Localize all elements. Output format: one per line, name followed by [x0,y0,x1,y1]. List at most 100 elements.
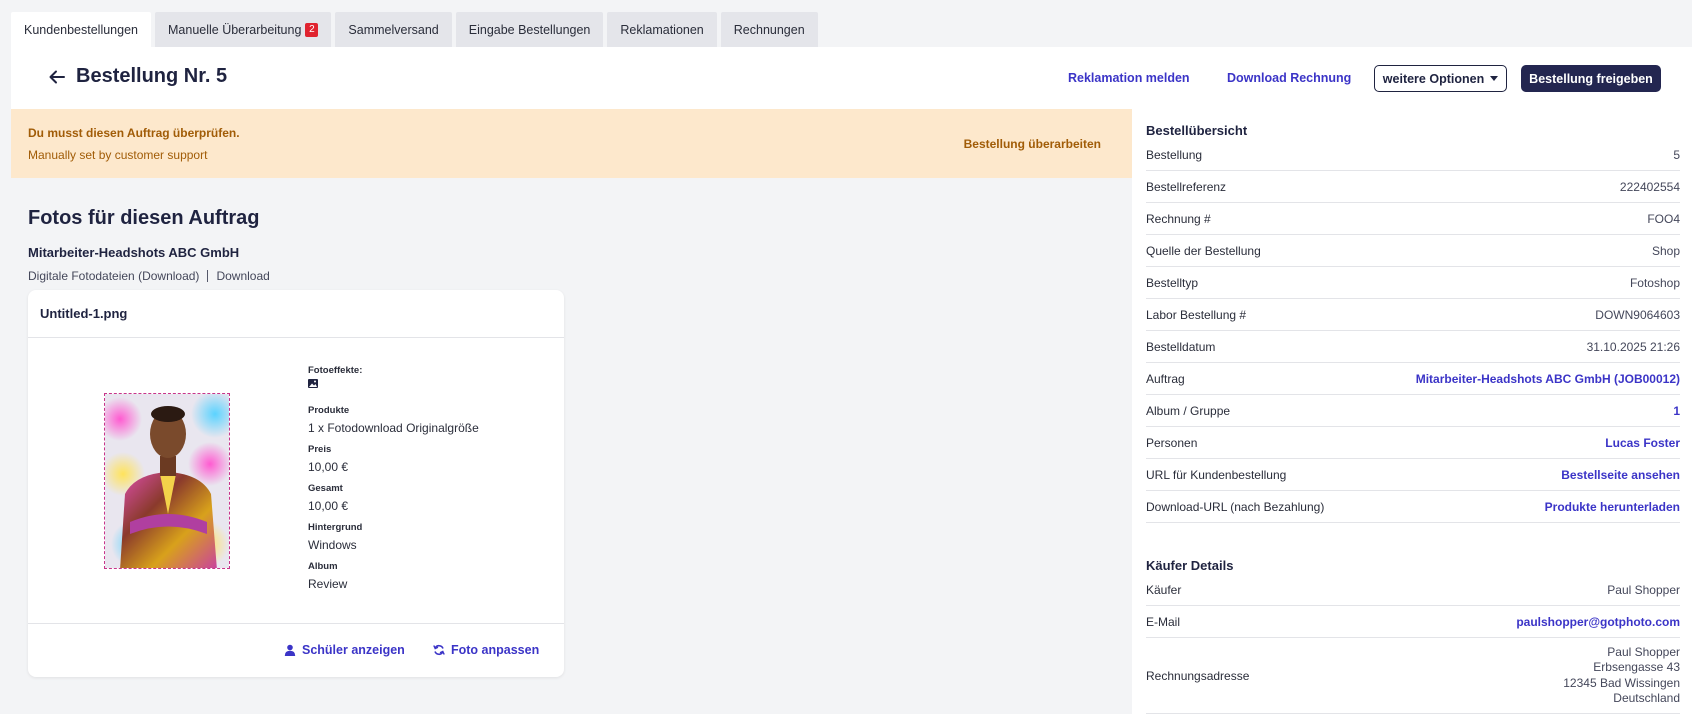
row-value: FOO4 [1647,211,1680,226]
row-label: Auftrag [1146,371,1185,386]
job-link[interactable]: Mitarbeiter-Headshots ABC GmbH (JOB00012… [1416,372,1680,386]
address-line: Erbsengasse 43 [1593,660,1680,674]
portrait-image [105,394,229,568]
row-label: Bestelltyp [1146,275,1199,290]
tab-label: Reklamationen [620,22,704,37]
more-options-button[interactable]: weitere Optionen [1374,65,1507,92]
tab-bar: Kundenbestellungen Manuelle Überarbeitun… [11,12,818,47]
row-value: 31.10.2025 21:26 [1586,339,1680,354]
download-products-link[interactable]: Produkte herunterladen [1545,500,1680,514]
album-link[interactable]: 1 [1673,404,1680,418]
delivery-type: Download [216,269,270,283]
buyer-heading: Käufer Details [1146,558,1234,573]
billing-address: Paul Shopper Erbsengasse 43 12345 Bad Wi… [1563,645,1680,707]
release-order-button[interactable]: Bestellung freigeben [1521,65,1661,92]
tab-eingabe-bestellungen[interactable]: Eingabe Bestellungen [455,12,604,47]
job-name: Mitarbeiter-Headshots ABC GmbH [28,245,240,260]
total-label: Gesamt [308,483,343,494]
page-header: Bestellung Nr. 5 Reklamation melden Down… [11,47,1692,109]
tab-rechnungen[interactable]: Rechnungen [720,12,818,47]
tab-label: Manuelle Überarbeitung [168,22,302,37]
row-label: Bestellung [1146,147,1203,162]
tab-sammelversand[interactable]: Sammelversand [335,12,452,47]
summary-row-download-url: Download-URL (nach Bezahlung) Produkte he… [1146,491,1680,523]
summary-row-album: Album / Gruppe 1 [1146,395,1680,427]
summary-heading: Bestellübersicht [1146,123,1248,138]
album-label: Album [308,561,338,572]
photo-filename: Untitled-1.png [40,306,128,321]
alert-title: Du musst diesen Auftrag überprüfen. [28,126,240,140]
user-icon [284,644,296,656]
tab-label: Sammelversand [348,22,439,37]
tab-reklamationen[interactable]: Reklamationen [607,12,717,47]
refresh-icon [433,644,445,656]
products-value: 1 x Fotodownload Originalgröße [308,421,479,435]
download-invoice-link[interactable]: Download Rechnung [1227,71,1351,85]
row-value: Paul Shopper [1607,582,1680,597]
report-complaint-link[interactable]: Reklamation melden [1068,71,1190,85]
row-label: Rechnung # [1146,211,1211,226]
product-line: Digitale Fotodateien (Download) Download [28,269,270,283]
photo-details: Fotoeffekte: Produkte 1 x Fotodownload O… [308,365,548,600]
alert-subtitle: Manually set by customer support [28,148,208,162]
summary-row-source: Quelle der Bestellung Shop [1146,235,1680,267]
row-label: URL für Kundenbestellung [1146,467,1287,482]
row-label: Rechnungsadresse [1146,668,1250,683]
tab-kundenbestellungen[interactable]: Kundenbestellungen [11,12,151,47]
summary-row-order-url: URL für Kundenbestellung Bestellseite ans… [1146,459,1680,491]
summary-row-job: Auftrag Mitarbeiter-Headshots ABC GmbH (J… [1146,363,1680,395]
arrow-left-icon[interactable] [47,67,67,87]
total-value: 10,00 € [308,499,349,513]
edit-order-link[interactable]: Bestellung überarbeiten [964,137,1101,151]
products-label: Produkte [308,405,350,416]
tab-label: Kundenbestellungen [24,22,138,37]
email-link[interactable]: paulshopper@gotphoto.com [1516,615,1680,629]
price-label: Preis [308,444,332,455]
buyer-row-address: Rechnungsadresse Paul Shopper Erbsengass… [1146,638,1680,714]
adjust-photo-label: Foto anpassen [451,643,540,657]
review-alert: Du musst diesen Auftrag überprüfen. Manu… [11,109,1132,178]
adjust-photo-button[interactable]: Foto anpassen [433,643,539,657]
summary-row-invoice: Rechnung # FOO4 [1146,203,1680,235]
show-student-button[interactable]: Schüler anzeigen [284,643,405,657]
price-value: 10,00 € [308,460,349,474]
row-label: Download-URL (nach Bezahlung) [1146,499,1325,514]
row-label: Personen [1146,435,1198,450]
product-type: Digitale Fotodateien (Download) [28,269,200,283]
count-badge: 2 [305,22,319,37]
background-value: Windows [308,538,357,552]
show-student-label: Schüler anzeigen [302,643,405,657]
album-value: Review [308,577,348,591]
person-link[interactable]: Lucas Foster [1605,436,1680,450]
summary-row-bestellung: Bestellung 5 [1146,139,1680,171]
address-line: 12345 Bad Wissingen [1563,675,1680,690]
row-value: Shop [1651,243,1680,258]
effects-label: Fotoeffekte: [308,365,363,376]
row-label: Bestelldatum [1146,339,1216,354]
summary-row-persons: Personen Lucas Foster [1146,427,1680,459]
address-line: Deutschland [1613,691,1680,705]
divider [28,337,564,338]
view-order-page-link[interactable]: Bestellseite ansehen [1561,468,1680,482]
row-label: E-Mail [1146,614,1181,629]
divider [207,270,209,282]
photo-thumbnail[interactable] [104,393,230,569]
row-label: Album / Gruppe [1146,403,1231,418]
more-options-label: weitere Optionen [1382,71,1485,86]
summary-row-lab-order: Labor Bestellung # DOWN9064603 [1146,299,1680,331]
row-label: Bestellreferenz [1146,179,1227,194]
photo-card: Untitled-1.png Fotoeffekte: Produkte 1 x… [28,290,564,677]
summary-row-reference: Bestellreferenz 222402554 [1146,171,1680,203]
row-value: 222402554 [1619,179,1680,194]
summary-row-type: Bestelltyp Fotoshop [1146,267,1680,299]
caret-down-icon [1490,76,1499,81]
page-title: Bestellung Nr. 5 [76,65,228,87]
divider [28,623,564,624]
row-value: Fotoshop [1629,275,1680,290]
row-label: Quelle der Bestellung [1146,243,1261,258]
image-icon [308,379,318,388]
background-label: Hintergrund [308,522,363,533]
tab-label: Eingabe Bestellungen [468,22,591,37]
tab-manuelle-ueberarbeitung[interactable]: Manuelle Überarbeitung 2 [155,12,332,47]
address-line: Paul Shopper [1607,644,1680,659]
